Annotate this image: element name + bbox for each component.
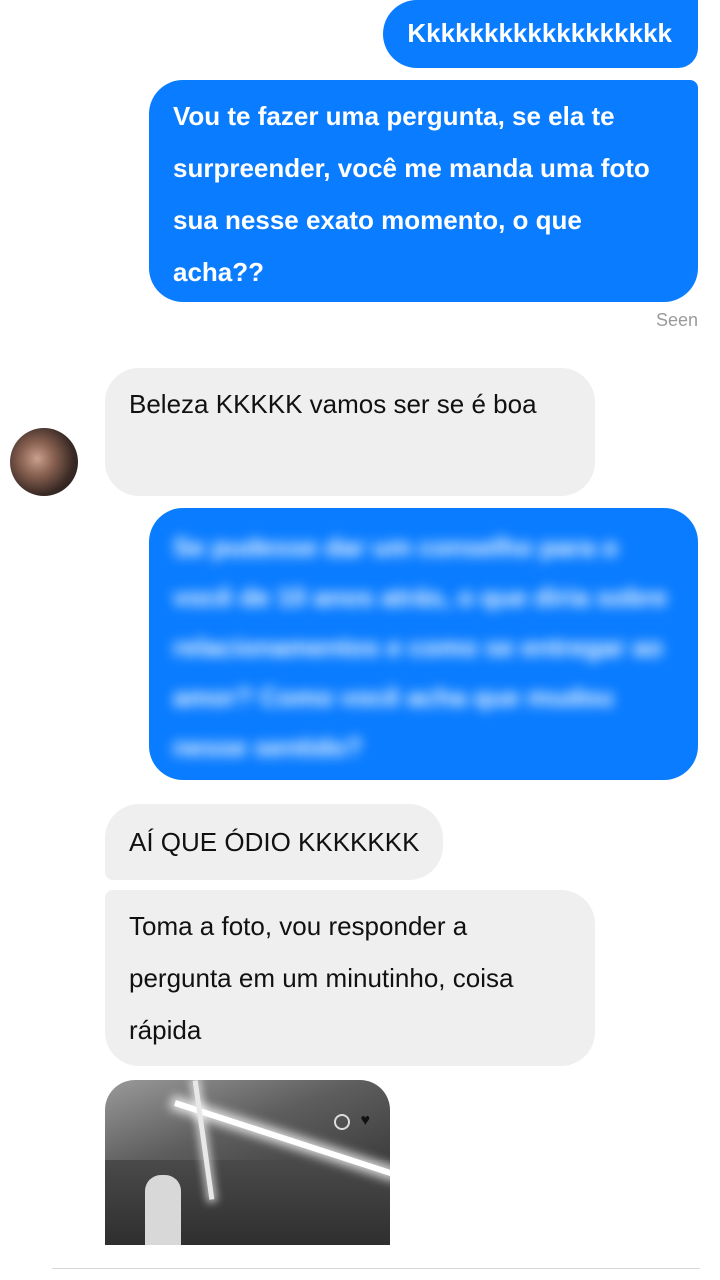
photo-ring-icon — [334, 1114, 350, 1130]
message-text: AÍ QUE ÓDIO KKKKKKK — [129, 827, 420, 857]
incoming-message-beleza[interactable]: Beleza KKKKK vamos ser se é boa — [105, 368, 595, 496]
message-text: Toma a foto, vou responder a pergunta em… — [129, 911, 514, 1045]
outgoing-message-laugh[interactable]: Kkkkkkkkkkkkkkkkkk — [383, 0, 698, 68]
outgoing-message-question-offer[interactable]: Vou te fazer uma pergunta, se ela te sur… — [149, 80, 698, 302]
seen-indicator: Seen — [655, 310, 698, 330]
chat-thread: Kkkkkkkkkkkkkkkkkk Vou te fazer uma perg… — [0, 0, 720, 1280]
message-text: Beleza KKKKK vamos ser se é boa — [129, 389, 537, 419]
incoming-photo-attachment[interactable]: ♥ — [105, 1080, 390, 1245]
composer-divider — [52, 1268, 700, 1269]
message-text: Vou te fazer uma pergunta, se ela te sur… — [173, 101, 650, 287]
photo-figure — [145, 1175, 181, 1245]
incoming-message-toma-a-foto[interactable]: Toma a foto, vou responder a pergunta em… — [105, 890, 595, 1066]
outgoing-message-blurred-question[interactable]: Se pudesse dar um conselho para o você d… — [149, 508, 698, 780]
incoming-message-odio[interactable]: AÍ QUE ÓDIO KKKKKKK — [105, 804, 444, 880]
heart-icon: ♥ — [360, 1112, 371, 1129]
message-text-blurred: Se pudesse dar um conselho para o você d… — [173, 532, 668, 762]
message-text: Kkkkkkkkkkkkkkkkkk — [407, 18, 672, 48]
contact-avatar[interactable] — [10, 428, 78, 496]
